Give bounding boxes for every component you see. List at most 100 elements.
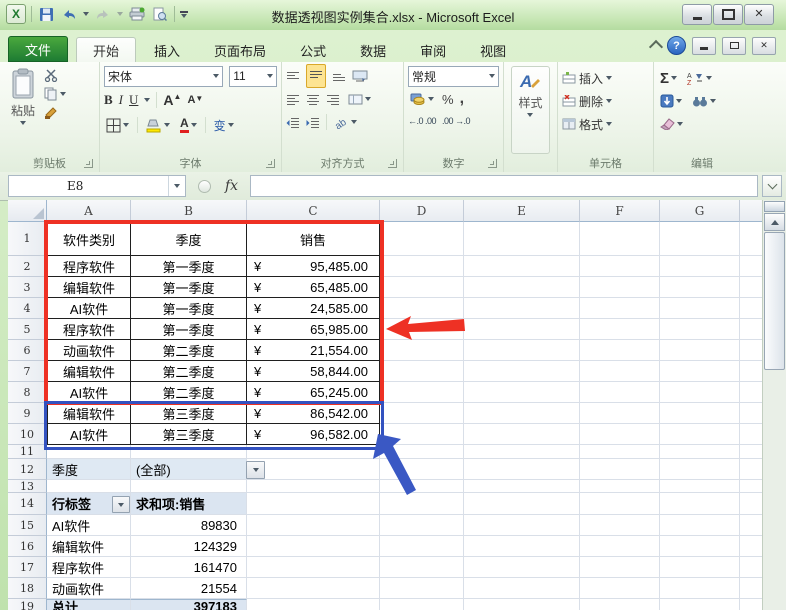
- cut-button[interactable]: [42, 68, 68, 83]
- cell-styles-button[interactable]: A 样式: [511, 66, 550, 154]
- row-header-13[interactable]: 13: [8, 480, 47, 493]
- cell-A12[interactable]: 季度: [47, 459, 131, 480]
- autosum-button[interactable]: Σ: [658, 69, 679, 88]
- cell-F15[interactable]: [580, 515, 660, 536]
- cell-A18[interactable]: 动画软件: [47, 578, 131, 599]
- cell-F1[interactable]: [580, 222, 660, 256]
- maximize-button[interactable]: [713, 4, 743, 25]
- tab-4[interactable]: 公式: [284, 38, 342, 62]
- cell-F19[interactable]: [580, 599, 660, 610]
- cell-C19[interactable]: [247, 599, 380, 610]
- insert-cells-button[interactable]: 插入: [562, 68, 613, 88]
- orientation-button[interactable]: ab: [333, 115, 359, 130]
- copy-dropdown-icon[interactable]: [60, 92, 66, 96]
- font-name-combo[interactable]: 宋体: [104, 65, 224, 87]
- paste-dropdown-icon[interactable]: [20, 121, 26, 125]
- cell-E12[interactable]: [464, 459, 580, 480]
- row-header-11[interactable]: 11: [8, 445, 47, 459]
- fill-color-button[interactable]: [144, 117, 172, 134]
- format-painter-button[interactable]: [42, 105, 68, 121]
- tab-2[interactable]: 插入: [138, 38, 196, 62]
- cell-D8[interactable]: [380, 382, 464, 403]
- workbook-restore-button[interactable]: [722, 36, 746, 55]
- format-cells-button[interactable]: 格式: [562, 114, 613, 134]
- cell-F6[interactable]: [580, 340, 660, 361]
- select-all-corner[interactable]: [8, 200, 47, 222]
- row-header-10[interactable]: 10: [8, 424, 47, 445]
- cell-F14[interactable]: [580, 493, 660, 515]
- number-format-combo[interactable]: 常规: [408, 65, 499, 87]
- cell-D16[interactable]: [380, 536, 464, 557]
- cell-G6[interactable]: [660, 340, 740, 361]
- split-box[interactable]: [764, 201, 785, 212]
- cell-B12[interactable]: (全部): [131, 459, 247, 480]
- cell-G9[interactable]: [660, 403, 740, 424]
- shrink-font-button[interactable]: A▼: [187, 94, 203, 106]
- cell-G15[interactable]: [660, 515, 740, 536]
- cell-x4[interactable]: [740, 298, 763, 319]
- cell-G11[interactable]: [660, 445, 740, 459]
- cell-B19[interactable]: 397183: [131, 599, 247, 610]
- number-dialog-launcher-icon[interactable]: [488, 159, 497, 168]
- font-size-combo[interactable]: 11: [229, 65, 277, 87]
- cell-x17[interactable]: [740, 557, 763, 578]
- cell-x6[interactable]: [740, 340, 763, 361]
- tab-6[interactable]: 审阅: [404, 38, 462, 62]
- cell-F7[interactable]: [580, 361, 660, 382]
- close-button[interactable]: ✕: [744, 4, 774, 25]
- cell-E16[interactable]: [464, 536, 580, 557]
- grow-font-button[interactable]: A▲: [163, 92, 181, 108]
- formula-input[interactable]: [250, 175, 758, 197]
- expand-formula-bar-button[interactable]: [762, 175, 782, 197]
- row-header-5[interactable]: 5: [8, 319, 47, 340]
- help-icon[interactable]: ?: [667, 36, 686, 55]
- cell-F13[interactable]: [580, 480, 660, 493]
- fill-button[interactable]: [658, 93, 684, 109]
- cell-A13[interactable]: [47, 480, 131, 493]
- minimize-button[interactable]: [682, 4, 712, 25]
- cell-E7[interactable]: [464, 361, 580, 382]
- cell-F2[interactable]: [580, 256, 660, 277]
- cell-F4[interactable]: [580, 298, 660, 319]
- cell-x13[interactable]: [740, 480, 763, 493]
- row-header-4[interactable]: 4: [8, 298, 47, 319]
- cell-D9[interactable]: [380, 403, 464, 424]
- cell-G3[interactable]: [660, 277, 740, 298]
- merge-center-icon[interactable]: [352, 70, 368, 83]
- row-header-18[interactable]: 18: [8, 578, 47, 599]
- row-header-14[interactable]: 14: [8, 493, 47, 515]
- tab-1[interactable]: 开始: [76, 37, 137, 62]
- merge-cells-button[interactable]: [346, 93, 373, 106]
- row-header-19[interactable]: 19: [8, 599, 47, 610]
- cell-A16[interactable]: 编辑软件: [47, 536, 131, 557]
- tab-file[interactable]: 文件: [8, 36, 69, 62]
- cell-E8[interactable]: [464, 382, 580, 403]
- cell-C13[interactable]: [247, 480, 380, 493]
- alignment-dialog-launcher-icon[interactable]: [388, 159, 397, 168]
- cell-B14[interactable]: 求和项:销售: [131, 493, 247, 515]
- comma-style-button[interactable]: ,: [460, 90, 464, 108]
- sort-filter-button[interactable]: AZ: [685, 70, 714, 86]
- cell-A19[interactable]: 总计: [47, 599, 131, 610]
- cell-B16[interactable]: 124329: [131, 536, 247, 557]
- row-header-16[interactable]: 16: [8, 536, 47, 557]
- cell-x8[interactable]: [740, 382, 763, 403]
- row-header-17[interactable]: 17: [8, 557, 47, 578]
- cell-x5[interactable]: [740, 319, 763, 340]
- italic-button[interactable]: I: [119, 92, 123, 108]
- cell-F3[interactable]: [580, 277, 660, 298]
- align-left-icon[interactable]: [286, 94, 300, 105]
- row-header-15[interactable]: 15: [8, 515, 47, 536]
- cell-E10[interactable]: [464, 424, 580, 445]
- increase-decimal-button[interactable]: ←.0 .00: [408, 116, 437, 126]
- cell-D1[interactable]: [380, 222, 464, 256]
- column-header-F[interactable]: F: [580, 200, 660, 222]
- cell-B15[interactable]: 89830: [131, 515, 247, 536]
- cell-E9[interactable]: [464, 403, 580, 424]
- tab-5[interactable]: 数据: [344, 38, 402, 62]
- row-header-8[interactable]: 8: [8, 382, 47, 403]
- cell-B17[interactable]: 161470: [131, 557, 247, 578]
- collapse-ribbon-icon[interactable]: [648, 39, 664, 55]
- cell-E18[interactable]: [464, 578, 580, 599]
- cell-G16[interactable]: [660, 536, 740, 557]
